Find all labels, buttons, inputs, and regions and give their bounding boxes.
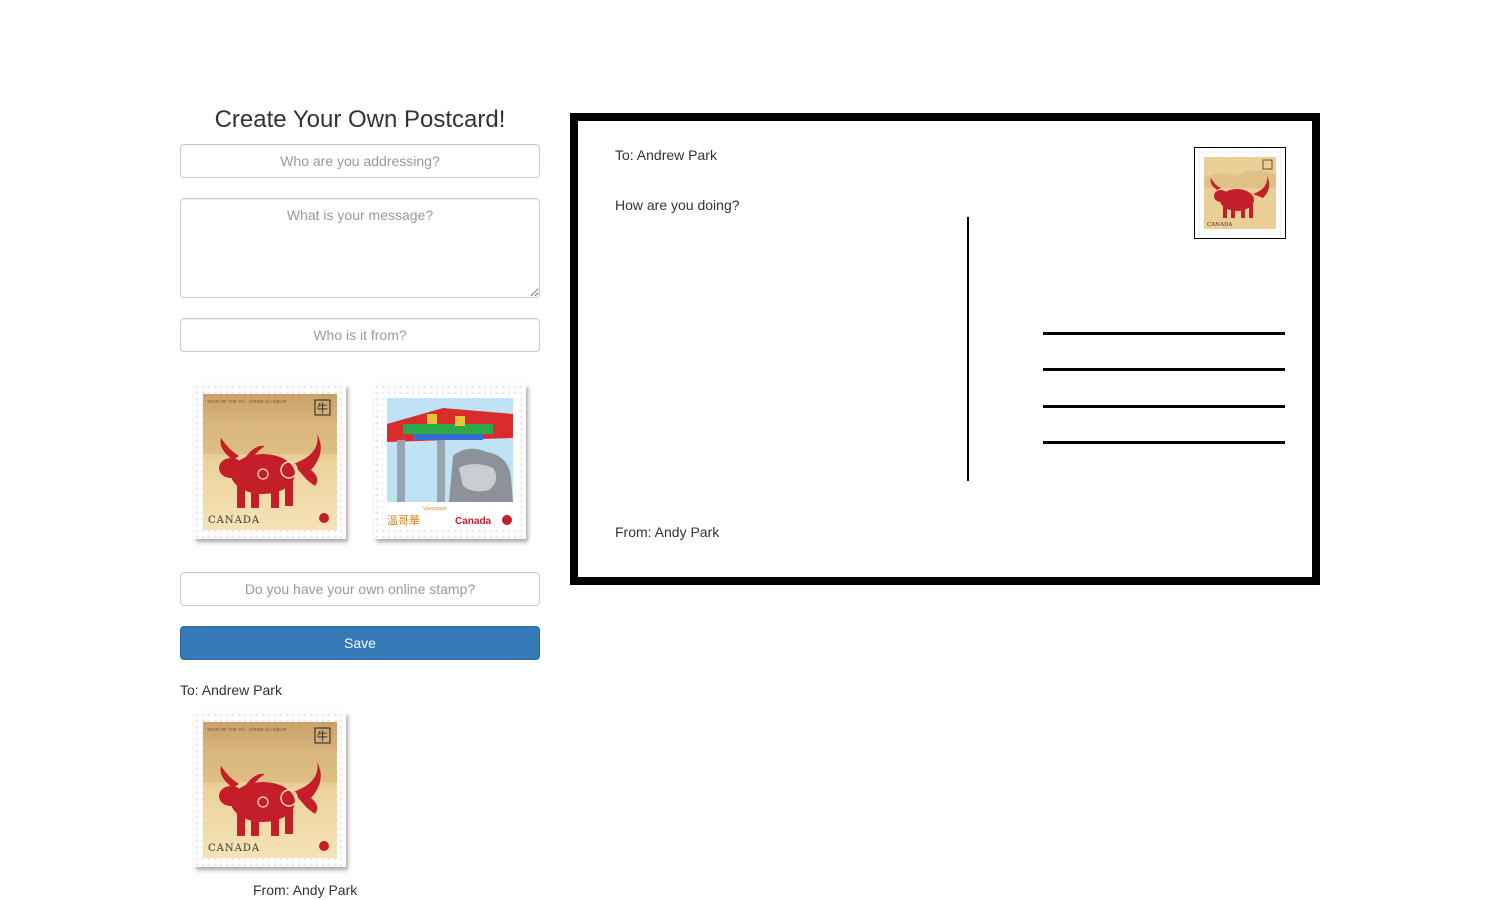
- vancouver-chinese: 溫哥華: [387, 513, 420, 527]
- preview-ox-country: CANADA: [208, 843, 260, 854]
- postcard-divider: [967, 217, 969, 481]
- address-line: [1043, 405, 1285, 408]
- postcard-stamp-country: CANADA: [1207, 222, 1233, 228]
- message-textarea[interactable]: [180, 198, 540, 298]
- to-input[interactable]: [180, 144, 540, 178]
- ox-country: CANADA: [208, 515, 260, 526]
- stamp-url-input[interactable]: [180, 572, 540, 606]
- preview-from: From: Andy Park: [253, 882, 358, 898]
- preview-ox-header: YEAR OF THE OX · ANNÉE DU BŒUF: [207, 726, 287, 732]
- preview-to: To: Andrew Park: [180, 682, 282, 698]
- page-title: Create Your Own Postcard!: [214, 106, 506, 133]
- stamp-option-vancouver[interactable]: Vancouver 溫哥華 Canada: [374, 384, 526, 539]
- preview-ox-stamp-image: YEAR OF THE OX · ANNÉE DU BŒUF 牛 CANADA: [203, 722, 337, 858]
- address-line: [1043, 332, 1285, 335]
- postcard-form: Create Your Own Postcard!: [180, 100, 540, 352]
- vancouver-stamp-image: Vancouver 溫哥華 Canada: [383, 394, 517, 530]
- postcard-stamp: CANADA: [1194, 147, 1286, 239]
- postcard: To: Andrew Park How are you doing? CANAD…: [570, 113, 1320, 585]
- ox-stamp-header: YEAR OF THE OX · ANNÉE DU BŒUF: [207, 398, 287, 404]
- postcard-message: How are you doing?: [615, 197, 740, 213]
- postcard-to: To: Andrew Park: [615, 147, 717, 163]
- preview-ox-glyph: 牛: [317, 729, 328, 743]
- from-input[interactable]: [180, 318, 540, 352]
- postcard-from: From: Andy Park: [615, 524, 720, 540]
- preview-stamp: YEAR OF THE OX · ANNÉE DU BŒUF 牛 CANADA: [194, 712, 346, 867]
- vancouver-city: Vancouver: [423, 506, 447, 512]
- stamp-option-ox[interactable]: YEAR OF THE OX · ANNÉE DU BŒUF 牛 CANADA: [194, 384, 346, 539]
- ox-stamp-image: YEAR OF THE OX · ANNÉE DU BŒUF 牛 CANADA: [203, 394, 337, 530]
- address-line: [1043, 368, 1285, 371]
- vancouver-country: Canada: [455, 516, 492, 527]
- ox-glyph: 牛: [317, 401, 328, 415]
- address-line: [1043, 441, 1285, 444]
- save-button[interactable]: Save: [180, 626, 540, 660]
